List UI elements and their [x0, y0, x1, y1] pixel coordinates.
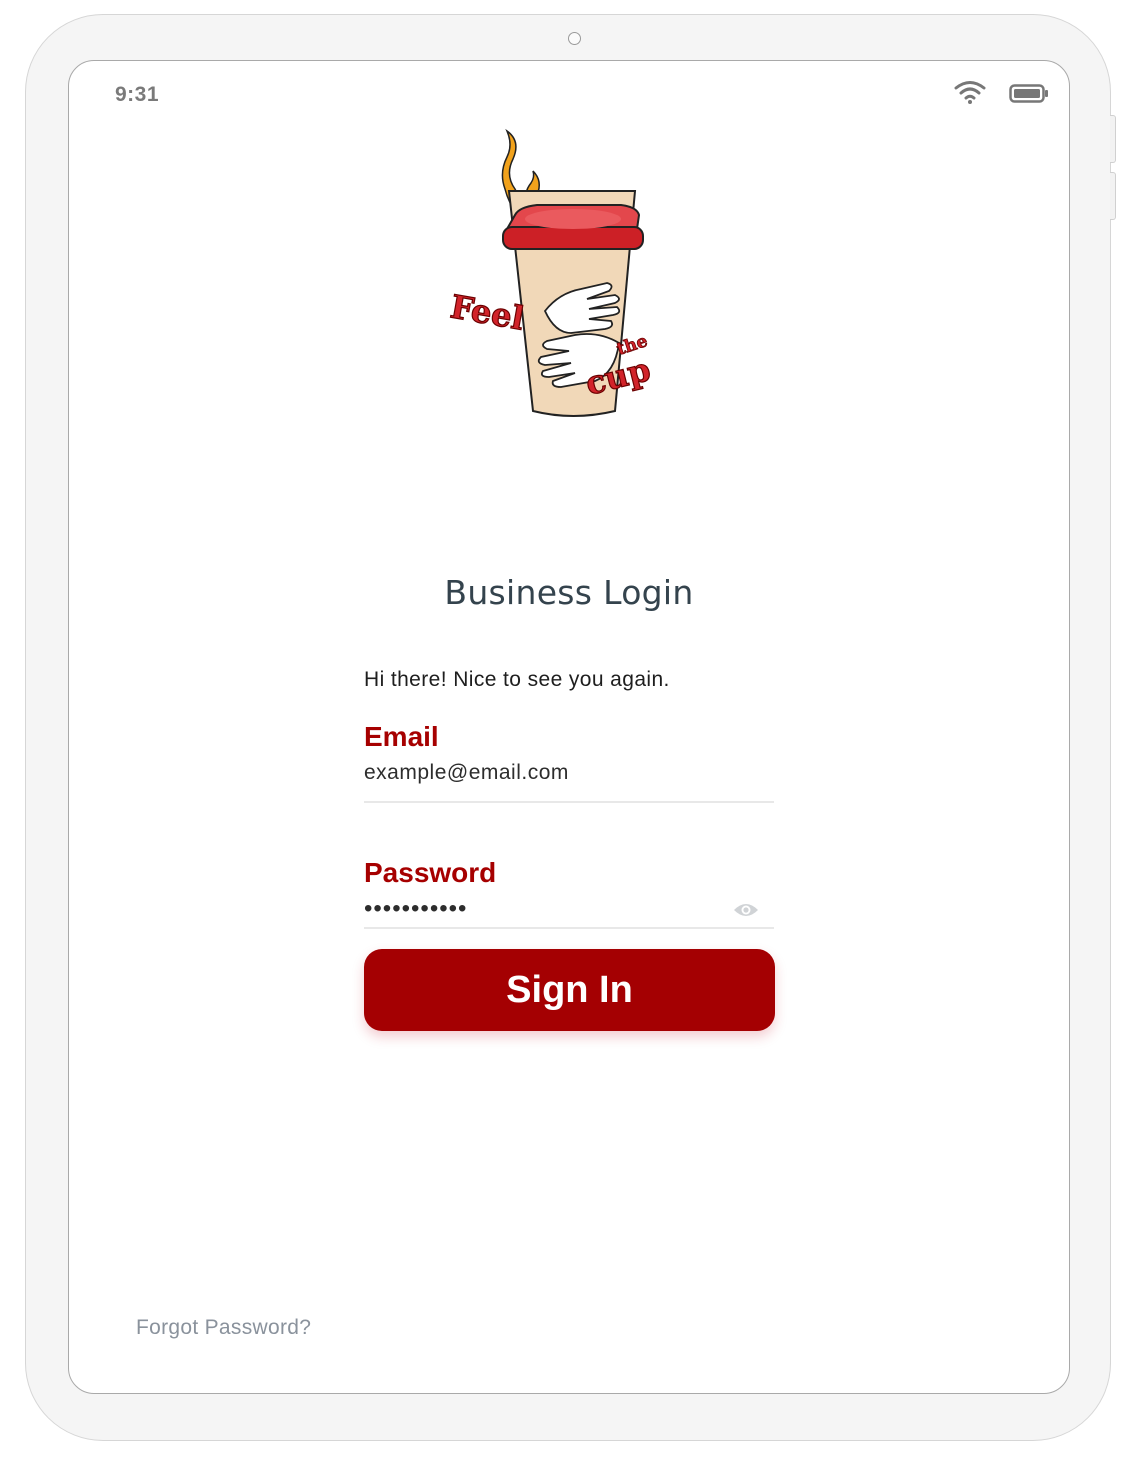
- front-camera: [568, 32, 581, 45]
- app-screen: 9:31 Feel the cup Business Login Hi ther…: [68, 60, 1070, 1394]
- wifi-icon: [954, 81, 986, 104]
- password-underline: [364, 927, 774, 929]
- svg-text:Feel: Feel: [449, 287, 527, 337]
- email-label: Email: [364, 721, 439, 752]
- status-time: 9:31: [115, 83, 160, 106]
- password-label: Password: [364, 857, 497, 888]
- feel-the-cup-logo: Feel the cup: [449, 128, 655, 417]
- battery-icon: [1009, 84, 1048, 103]
- email-underline: [364, 801, 774, 803]
- greeting-text: Hi there! Nice to see you again.: [364, 668, 670, 691]
- forgot-password-link[interactable]: Forgot Password?: [136, 1316, 311, 1340]
- email-field[interactable]: [364, 761, 774, 785]
- eye-icon[interactable]: [733, 901, 759, 919]
- side-button-bottom: [1110, 172, 1116, 220]
- password-field[interactable]: •••••••••••: [364, 897, 774, 921]
- sign-in-button[interactable]: Sign In: [364, 949, 775, 1031]
- side-button-top: [1110, 115, 1116, 163]
- page-title: Business Login: [444, 573, 694, 612]
